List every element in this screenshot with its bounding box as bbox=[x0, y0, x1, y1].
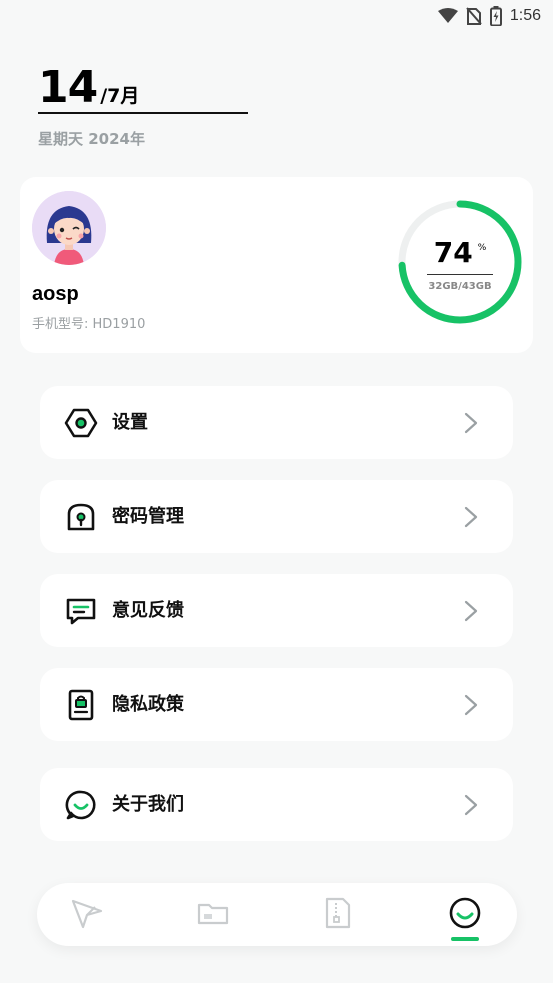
menu-label: 密码管理 bbox=[112, 506, 184, 527]
storage-divider bbox=[427, 274, 493, 275]
chevron-right-icon bbox=[463, 794, 479, 816]
date-day: 14 bbox=[38, 62, 98, 113]
date-block: 14 /7月 星期天 2024年 bbox=[38, 66, 248, 149]
username: aosp bbox=[32, 283, 79, 305]
date-weekday-year: 星期天 2024年 bbox=[38, 130, 145, 148]
menu-item-feedback[interactable]: 意见反馈 bbox=[40, 574, 513, 647]
wifi-icon bbox=[437, 8, 458, 24]
storage-percent-unit: % bbox=[477, 243, 487, 253]
profile-tab-icon[interactable] bbox=[447, 895, 483, 931]
avatar[interactable] bbox=[32, 191, 106, 265]
status-icons: 1:56 bbox=[437, 6, 541, 26]
lock-icon bbox=[64, 500, 98, 534]
storage-ring: 74 % 32GB/43GB bbox=[397, 199, 523, 325]
device-model: 手机型号: HD1910 bbox=[32, 317, 146, 332]
date-month: /7月 bbox=[100, 85, 140, 107]
chevron-right-icon bbox=[463, 600, 479, 622]
about-chat-icon bbox=[64, 788, 98, 822]
date-main: 14 /7月 bbox=[38, 66, 248, 110]
menu-label: 设置 bbox=[112, 412, 148, 433]
storage-usage: 32GB/43GB bbox=[428, 281, 492, 292]
menu-item-about[interactable]: 关于我们 bbox=[40, 768, 513, 841]
status-time: 1:56 bbox=[509, 7, 541, 24]
profile-card: aosp 手机型号: HD1910 74 % 32GB/43GB bbox=[20, 177, 533, 353]
feedback-message-icon bbox=[64, 594, 98, 628]
active-tab-indicator bbox=[451, 937, 479, 941]
storage-ring-label: 74 % 32GB/43GB bbox=[397, 199, 523, 325]
menu-item-password[interactable]: 密码管理 bbox=[40, 480, 513, 553]
folder-icon[interactable] bbox=[195, 895, 231, 931]
storage-percent-value: 74 bbox=[433, 236, 473, 269]
bottom-nav bbox=[37, 883, 517, 946]
battery-icon bbox=[489, 6, 502, 26]
chevron-right-icon bbox=[463, 694, 479, 716]
zip-file-icon[interactable] bbox=[319, 895, 355, 931]
send-icon[interactable] bbox=[69, 895, 105, 931]
menu-label: 意见反馈 bbox=[112, 600, 184, 621]
avatar-illustration bbox=[32, 191, 106, 265]
settings-hexagon-icon bbox=[64, 406, 98, 440]
no-sim-icon bbox=[466, 7, 482, 25]
menu-label: 隐私政策 bbox=[112, 694, 184, 715]
chevron-right-icon bbox=[463, 412, 479, 434]
privacy-document-icon bbox=[64, 688, 98, 722]
menu-item-privacy[interactable]: 隐私政策 bbox=[40, 668, 513, 741]
menu-label: 关于我们 bbox=[112, 794, 184, 815]
status-bar: 1:56 bbox=[0, 0, 553, 32]
chevron-right-icon bbox=[463, 506, 479, 528]
storage-percent: 74 % bbox=[434, 238, 487, 268]
menu-item-settings[interactable]: 设置 bbox=[40, 386, 513, 459]
